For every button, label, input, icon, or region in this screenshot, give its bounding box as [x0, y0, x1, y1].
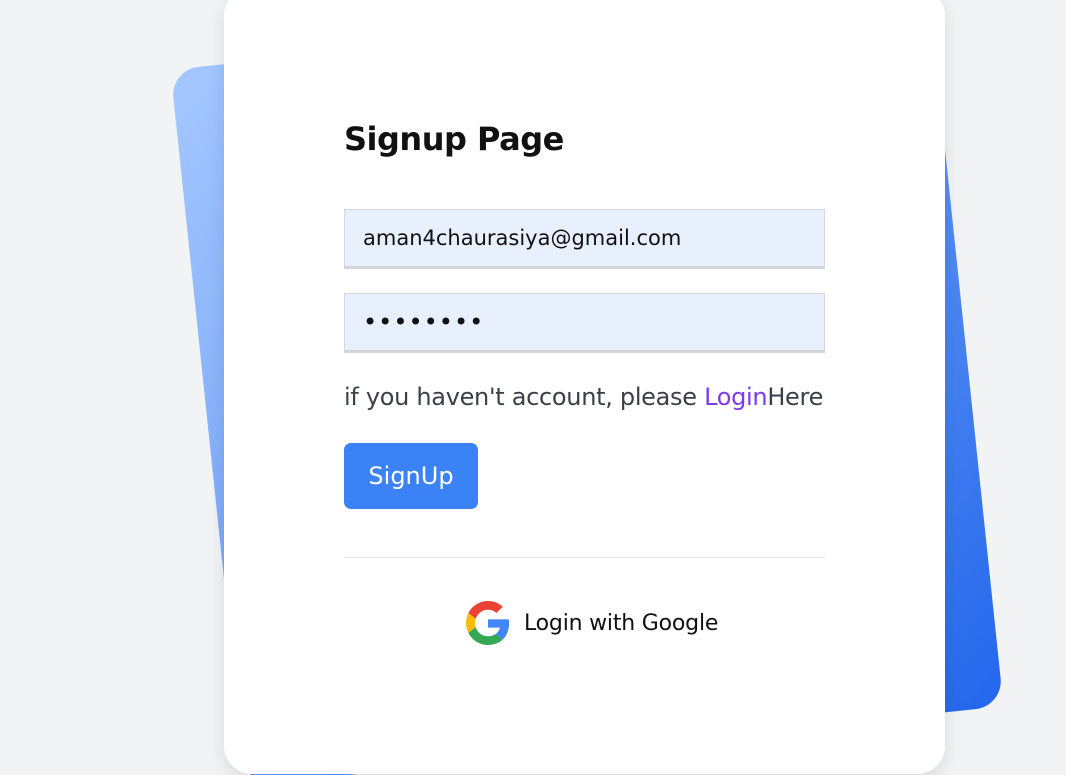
page-title: Signup Page	[344, 120, 564, 158]
signup-button[interactable]: SignUp	[344, 443, 478, 509]
login-link[interactable]: Login	[704, 383, 768, 411]
login-hint-suffix: Here	[767, 383, 824, 411]
google-login-label: Login with Google	[524, 610, 719, 636]
login-hint-prefix: if you haven't account, please	[344, 383, 705, 411]
page-stage: Signup Page if you haven't account, plea…	[0, 0, 1066, 775]
login-hint: if you haven't account, please LoginHere	[344, 383, 823, 411]
email-field[interactable]	[344, 209, 825, 269]
divider	[344, 557, 825, 558]
google-icon	[466, 601, 510, 645]
password-field[interactable]	[344, 293, 825, 353]
signup-card: Signup Page if you haven't account, plea…	[224, 0, 945, 774]
google-login-button[interactable]: Login with Google	[466, 600, 718, 646]
